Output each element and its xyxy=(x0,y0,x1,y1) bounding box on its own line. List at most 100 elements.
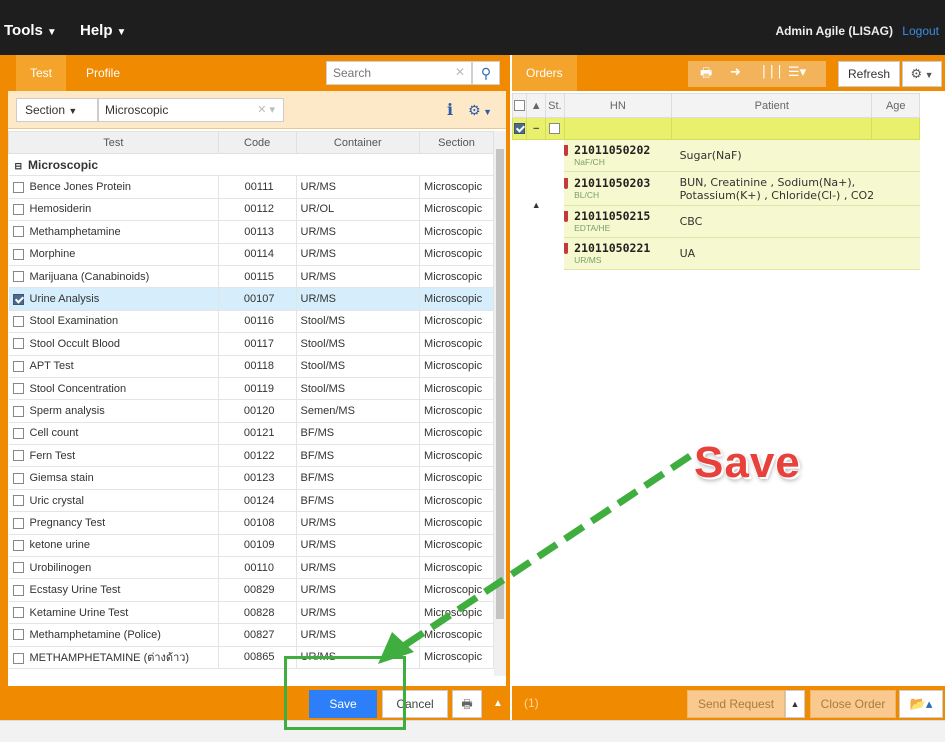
test-checkbox[interactable] xyxy=(12,629,24,641)
test-row[interactable]: Fern Test 00122 BF/MS Microscopic xyxy=(8,444,494,468)
order-checkbox[interactable] xyxy=(514,123,526,135)
test-checkbox[interactable] xyxy=(12,584,24,596)
test-row[interactable]: Marijuana (Canabinoids) 00115 UR/MS Microsc… xyxy=(8,265,494,289)
select-all-checkbox[interactable] xyxy=(514,100,526,112)
col-hn[interactable]: HN xyxy=(563,93,673,118)
collapse-up-button[interactable]: ▲ xyxy=(488,690,508,718)
test-checkbox[interactable] xyxy=(12,316,24,328)
test-row[interactable]: Methamphetamine (Police) 00827 UR/MS Micros… xyxy=(8,623,494,647)
test-row[interactable]: METHAMPHETAMINE (ต่างด้าว) 00865 UR/MS Micr… xyxy=(8,646,494,669)
scrollbar-thumb[interactable] xyxy=(496,149,504,619)
expand-icon[interactable]: ▲ xyxy=(526,139,546,270)
test-checkbox[interactable] xyxy=(12,226,24,238)
test-checkbox[interactable] xyxy=(12,539,24,551)
tab-test[interactable]: Test xyxy=(16,55,67,91)
group-row[interactable]: ⊟ Microscopic xyxy=(8,153,494,177)
test-checkbox[interactable] xyxy=(12,204,24,216)
tab-orders[interactable]: Orders xyxy=(512,55,577,91)
test-checkbox[interactable] xyxy=(12,652,24,664)
test-checkbox[interactable] xyxy=(12,360,24,372)
test-checkbox[interactable] xyxy=(12,562,24,574)
send-request-dropdown[interactable]: ▲ xyxy=(785,690,805,718)
col-container[interactable]: Container xyxy=(295,131,421,154)
test-checkbox[interactable] xyxy=(12,517,24,529)
test-checkbox[interactable] xyxy=(12,495,24,507)
test-checkbox[interactable] xyxy=(12,383,24,395)
test-checkbox[interactable] xyxy=(12,405,24,417)
select-all-cell[interactable] xyxy=(511,93,528,118)
help-menu[interactable]: Help ▼ xyxy=(80,22,126,39)
test-row[interactable]: Bence Jones Protein 00111 UR/MS Microscopic xyxy=(8,175,494,199)
info-icon[interactable]: i xyxy=(440,98,460,122)
minus-icon[interactable]: − xyxy=(526,117,547,140)
refresh-button[interactable]: Refresh xyxy=(838,61,900,87)
test-checkbox[interactable] xyxy=(12,450,24,462)
test-checkbox[interactable] xyxy=(12,271,24,283)
test-row[interactable]: Uric crystal 00124 BF/MS Microscopic xyxy=(8,489,494,513)
test-row[interactable]: Pregnancy Test 00108 UR/MS Microscopic xyxy=(8,511,494,535)
container-value: NaF/CH xyxy=(574,157,605,167)
test-row[interactable]: Urine Analysis 00107 UR/MS Microscopic xyxy=(8,287,494,311)
test-checkbox[interactable] xyxy=(12,248,24,260)
col-patient[interactable]: Patient xyxy=(671,93,873,118)
send-request-button[interactable]: Send Request xyxy=(687,690,785,718)
collapse-icon[interactable]: ⊟ xyxy=(15,161,23,171)
print-button[interactable]: 🖶 xyxy=(452,690,482,718)
test-row[interactable]: Stool Occult Blood 00117 Stool/MS Microscop… xyxy=(8,332,494,356)
test-section: Microscopic xyxy=(419,243,494,266)
search-button[interactable]: ⚲ xyxy=(472,61,500,85)
test-code: 00120 xyxy=(218,399,297,423)
test-checkbox[interactable] xyxy=(12,607,24,619)
clear-icon[interactable]: ✕ ▾ xyxy=(257,99,275,121)
test-section: Microscopic xyxy=(419,444,494,468)
test-row[interactable]: Urobilinogen 00110 UR/MS Microscopic xyxy=(8,556,494,580)
print-icon: 🖶 xyxy=(461,697,473,711)
test-checkbox[interactable] xyxy=(12,472,24,484)
sort-icon[interactable]: ▲ xyxy=(526,93,547,118)
test-checkbox[interactable] xyxy=(12,427,24,439)
print-icon[interactable]: 🖶 xyxy=(700,64,712,86)
test-row[interactable]: ketone urine 00109 UR/MS Microscopic xyxy=(8,534,494,558)
test-row[interactable]: APT Test 00118 Stool/MS Microscopic xyxy=(8,355,494,378)
test-checkbox[interactable] xyxy=(12,338,24,350)
test-row[interactable]: Ketamine Urine Test 00828 UR/MS Microscopic xyxy=(8,601,494,625)
test-row[interactable]: Hemosiderin 00112 UR/OL Microscopic xyxy=(8,198,494,222)
col-status[interactable]: St. xyxy=(545,93,565,118)
status-checkbox[interactable] xyxy=(549,123,561,135)
logout-link[interactable]: Logout xyxy=(902,24,939,38)
test-row[interactable]: Sperm analysis 00120 Semen/MS Microscopic xyxy=(8,399,494,423)
search-input[interactable] xyxy=(327,62,445,84)
save-button[interactable]: Save xyxy=(309,690,377,718)
settings-button[interactable]: ⚙ ▼ xyxy=(462,98,498,122)
section-dropdown[interactable]: Section ▼ xyxy=(16,98,98,122)
clear-icon[interactable]: ✕ xyxy=(455,65,465,79)
test-checkbox[interactable] xyxy=(12,293,24,305)
close-order-button[interactable]: Close Order xyxy=(810,690,896,718)
cancel-button[interactable]: Cancel xyxy=(382,690,448,718)
top-navbar: Tools ▼ Help ▼ Admin Agile (LISAG) Logout xyxy=(0,0,945,55)
test-row[interactable]: Stool Examination 00116 Stool/MS Microscopi… xyxy=(8,310,494,334)
tools-menu[interactable]: Tools ▼ xyxy=(4,22,57,39)
order-row-selected[interactable]: − xyxy=(511,117,920,140)
tab-profile[interactable]: Profile xyxy=(72,55,134,91)
col-code[interactable]: Code xyxy=(217,131,297,154)
folder-button[interactable]: 📂▴ xyxy=(899,690,943,718)
test-row[interactable]: Morphine 00114 UR/MS Microscopic xyxy=(8,243,494,266)
list-menu-icon[interactable]: ☰▾ xyxy=(788,64,806,80)
vertical-scrollbar[interactable] xyxy=(494,131,506,676)
section-value-select[interactable]: Microscopic ✕ ▾ xyxy=(98,98,284,122)
test-row[interactable]: Ecstasy Urine Test 00829 UR/MS Microscopic xyxy=(8,578,494,602)
col-test[interactable]: Test xyxy=(8,131,219,154)
col-age[interactable]: Age xyxy=(871,93,920,118)
test-row[interactable]: Cell count 00121 BF/MS Microscopic xyxy=(8,422,494,446)
test-row[interactable]: Methamphetamine 00113 UR/MS Microscopic xyxy=(8,220,494,244)
col-section[interactable]: Section xyxy=(419,131,494,154)
orders-settings-button[interactable]: ⚙ ▼ xyxy=(902,61,942,87)
export-icon[interactable]: ➜ xyxy=(730,64,741,80)
test-row[interactable]: Stool Concentration 00119 Stool/MS Microsco… xyxy=(8,377,494,401)
barcode-icon[interactable]: ||| xyxy=(760,64,783,79)
test-row[interactable]: Giemsa stain 00123 BF/MS Microscopic xyxy=(8,466,494,490)
tube-icon xyxy=(564,243,569,254)
test-checkbox[interactable] xyxy=(12,181,24,193)
tube-icon xyxy=(564,178,569,189)
